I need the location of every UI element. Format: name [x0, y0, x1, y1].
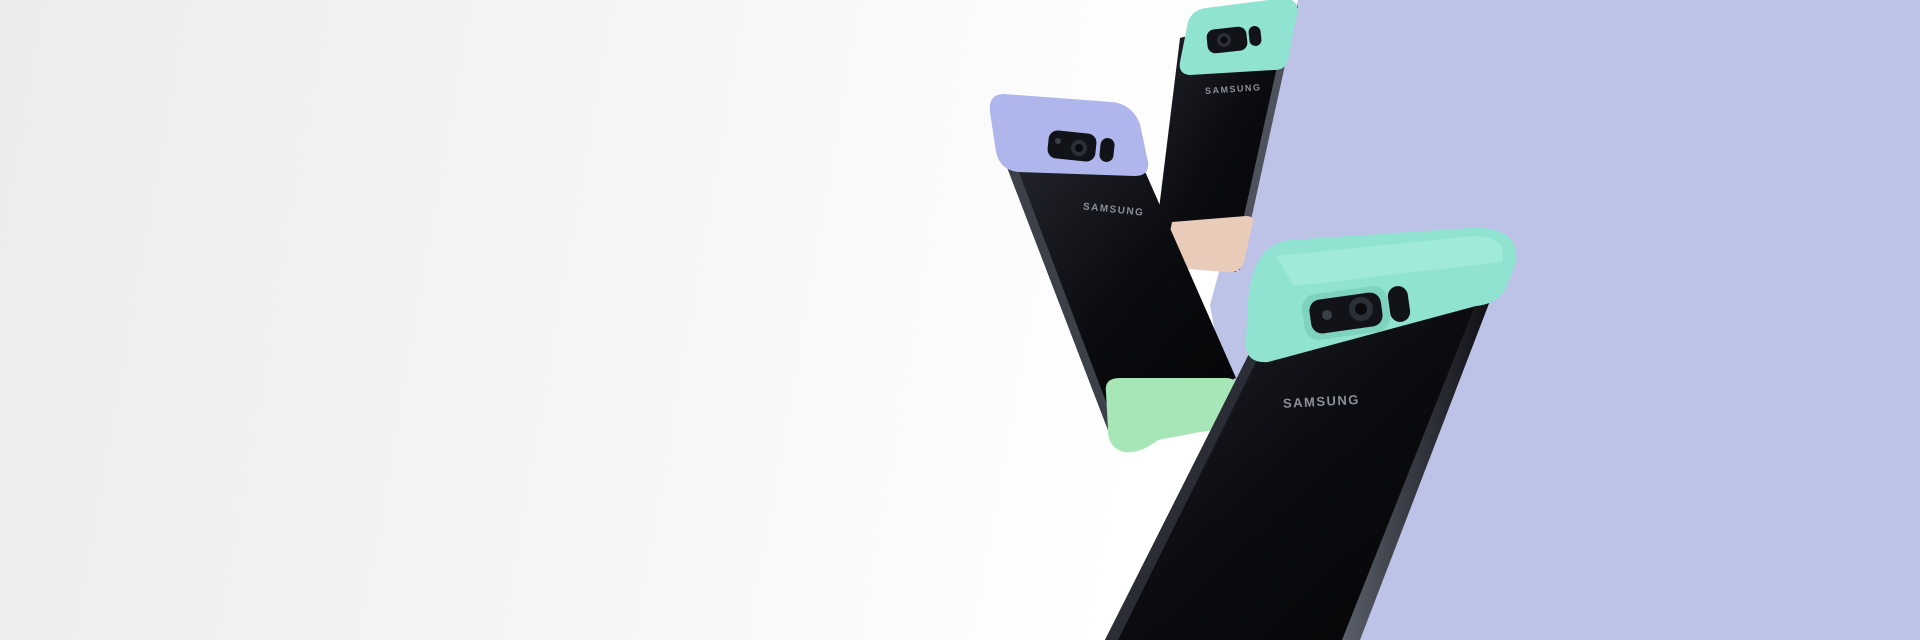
hero-image: SAMSUNG SAMSUNG SAMSUNG	[989, 0, 1920, 640]
